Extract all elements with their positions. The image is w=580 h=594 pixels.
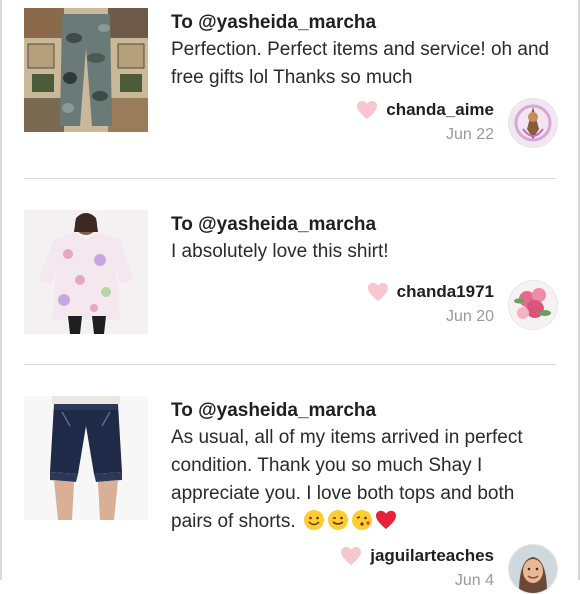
review-meta: chanda1971 Jun 20 [367,280,494,326]
listing-thumbnail[interactable] [24,396,148,520]
review-divider [24,364,556,365]
listing-thumbnail[interactable] [24,210,148,334]
heart-icon [357,100,378,120]
recipient-line: To @yasheida_marcha [171,214,376,236]
reviewer-avatar[interactable] [508,280,558,330]
recipient-handle[interactable]: @yasheida_marcha [198,214,376,235]
rose-avatar-image [509,281,557,329]
review-divider [24,178,556,179]
face-blowing-kiss-icon [351,509,373,531]
reviewer-avatar[interactable] [508,544,558,594]
denim-shorts-image [24,396,148,520]
reviewer-username[interactable]: chanda_aime [386,100,494,120]
review-date: Jun 4 [454,572,494,589]
review-date: Jun 22 [445,126,494,143]
review-meta: jaguilarteaches Jun 4 [340,544,494,590]
reviewer-avatar[interactable] [508,98,558,148]
review-text-block: As usual, all of my items arrived in per… [171,424,543,536]
review-card: To @yasheida_marcha As usual, all of my … [0,366,580,594]
recipient-handle[interactable]: @yasheida_marcha [198,400,376,421]
floral-shirt-image [24,210,148,334]
review-card: To @yasheida_marcha Perfection. Perfect … [0,0,580,180]
review-text: I absolutely love this shirt! [171,241,389,262]
review-date: Jun 20 [445,308,494,325]
recipient-line: To @yasheida_marcha [171,12,376,34]
red-heart-icon [375,509,397,531]
review-meta: chanda_aime Jun 22 [356,98,494,144]
reviewer-username[interactable]: chanda1971 [397,282,494,302]
smiling-face-icon [303,509,325,531]
camo-pants-image [24,8,148,132]
portrait-avatar-image [509,545,557,593]
review-text: Perfection. Perfect items and service! o… [171,39,550,88]
listing-thumbnail[interactable] [24,8,148,132]
heart-icon [367,282,388,302]
recipient-handle[interactable]: @yasheida_marcha [198,12,376,33]
illustration-avatar-image [509,99,557,147]
to-prefix: To [171,400,199,421]
to-prefix: To [171,214,199,235]
reviewer-username[interactable]: jaguilarteaches [370,546,494,566]
to-prefix: To [171,12,199,33]
recipient-line: To @yasheida_marcha [171,400,376,422]
heart-icon [341,546,362,566]
review-card: To @yasheida_marcha I absolutely love th… [0,180,580,366]
winking-face-icon [327,509,349,531]
